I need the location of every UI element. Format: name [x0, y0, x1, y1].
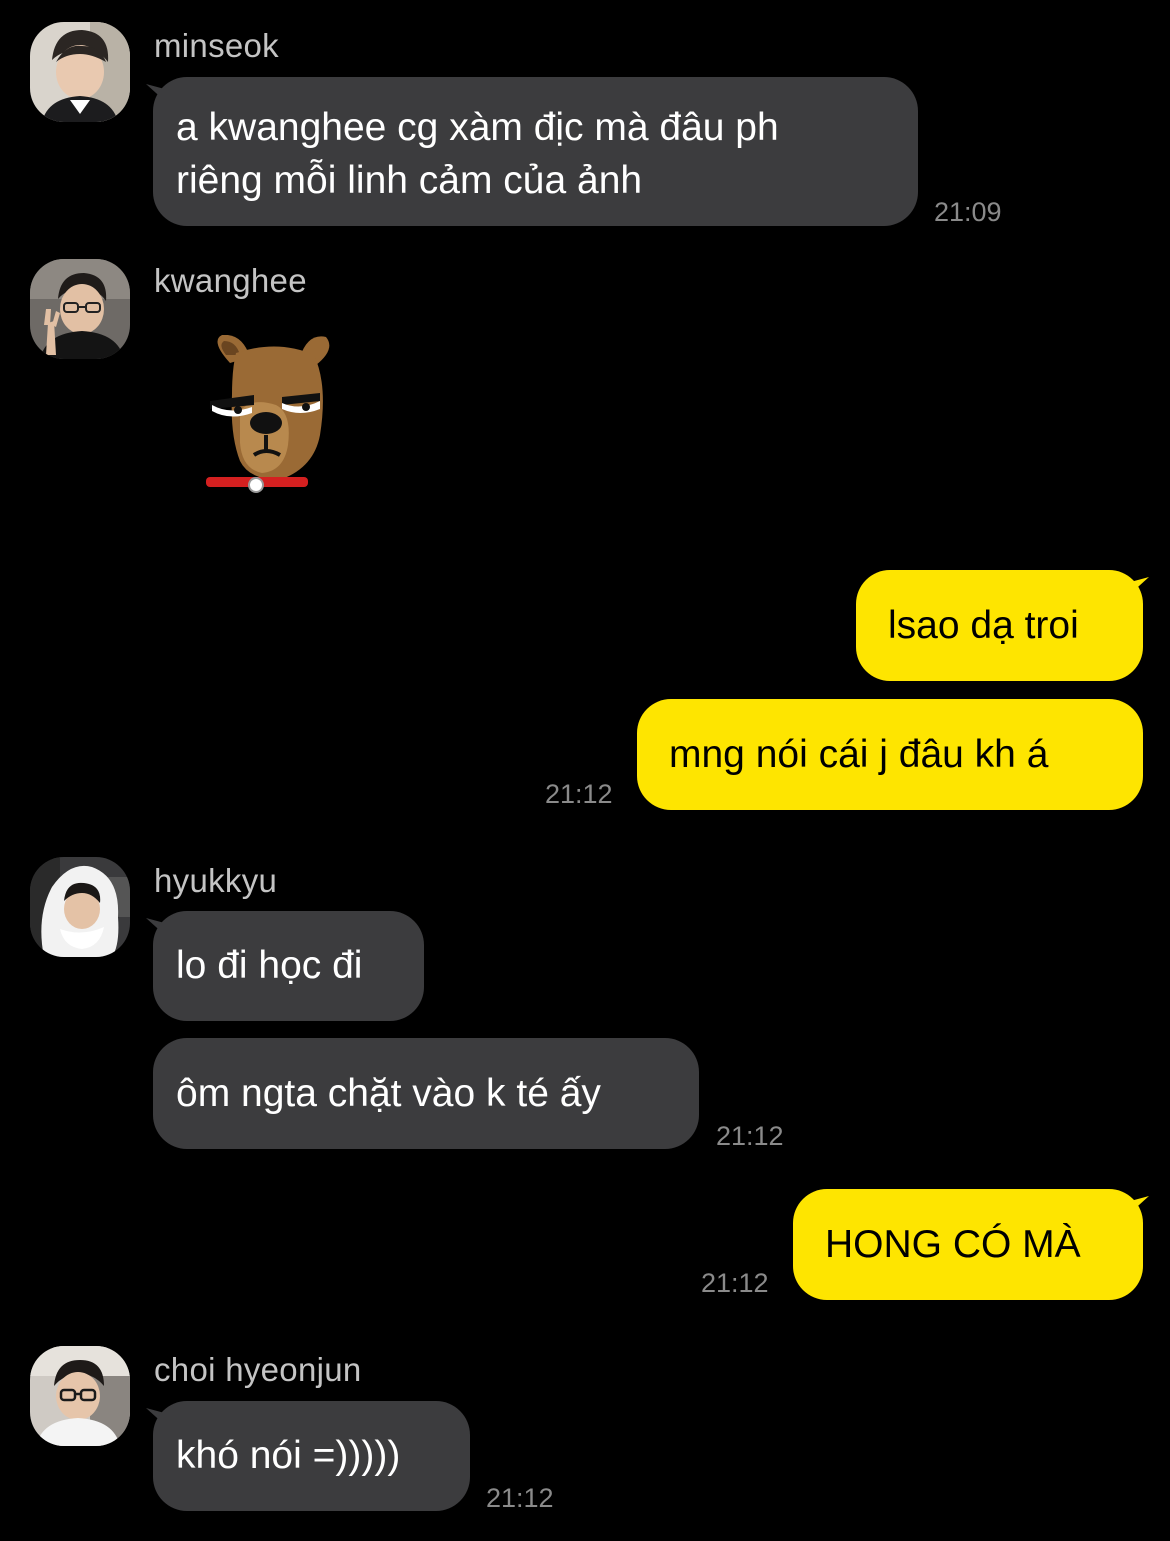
message-timestamp: 21:12 — [486, 1483, 554, 1513]
dog-sticker-icon — [206, 334, 330, 493]
message-text: lsao dạ troi — [888, 603, 1079, 647]
message-bubble[interactable]: a kwanghee cg xàm địc mà đâu ph riêng mỗ… — [153, 77, 918, 226]
message-bubble[interactable]: mng nói cái j đâu kh á — [637, 699, 1143, 810]
message-bubble[interactable]: lsao dạ troi — [856, 570, 1143, 681]
message-line: riêng mỗi linh cảm của ảnh — [176, 159, 643, 202]
message-bubble[interactable]: lo đi học đi — [153, 911, 424, 1021]
avatar-photo-icon — [30, 857, 130, 957]
sender-name-kwanghee: kwanghee — [154, 262, 307, 299]
message-bubble[interactable]: ôm ngta chặt vào k té ấy — [153, 1038, 699, 1149]
avatar-choi-hyeonjun[interactable] — [30, 1346, 130, 1446]
message-timestamp: 21:12 — [701, 1268, 769, 1298]
message-timestamp: 21:12 — [545, 779, 613, 809]
avatar-kwanghee[interactable] — [30, 259, 130, 359]
message-text: khó nói =))))) — [176, 1434, 401, 1477]
avatar-photo-icon — [30, 1346, 130, 1446]
sender-name-hyukkyu: hyukkyu — [154, 862, 278, 899]
message-timestamp: 21:12 — [716, 1121, 784, 1151]
grumpy-dog-sticker[interactable] — [196, 334, 358, 500]
message-text: ôm ngta chặt vào k té ấy — [176, 1071, 601, 1115]
avatar-photo-icon — [30, 22, 130, 122]
avatar-hyukkyu[interactable] — [30, 857, 130, 957]
message-line: a kwanghee cg xàm địc mà đâu ph — [176, 106, 779, 149]
message-text: lo đi học đi — [176, 944, 363, 987]
message-text: HONG CÓ MÀ — [825, 1222, 1081, 1266]
message-bubble[interactable]: khó nói =))))) — [153, 1401, 470, 1511]
sender-name-minseok: minseok — [154, 27, 279, 64]
message-text: mng nói cái j đâu kh á — [669, 732, 1049, 776]
message-timestamp: 21:09 — [934, 197, 1002, 227]
avatar-minseok[interactable] — [30, 22, 130, 122]
avatar-photo-icon — [30, 259, 130, 359]
message-bubble[interactable]: HONG CÓ MÀ — [793, 1189, 1143, 1300]
sender-name-choi-hyeonjun: choi hyeonjun — [154, 1351, 362, 1388]
